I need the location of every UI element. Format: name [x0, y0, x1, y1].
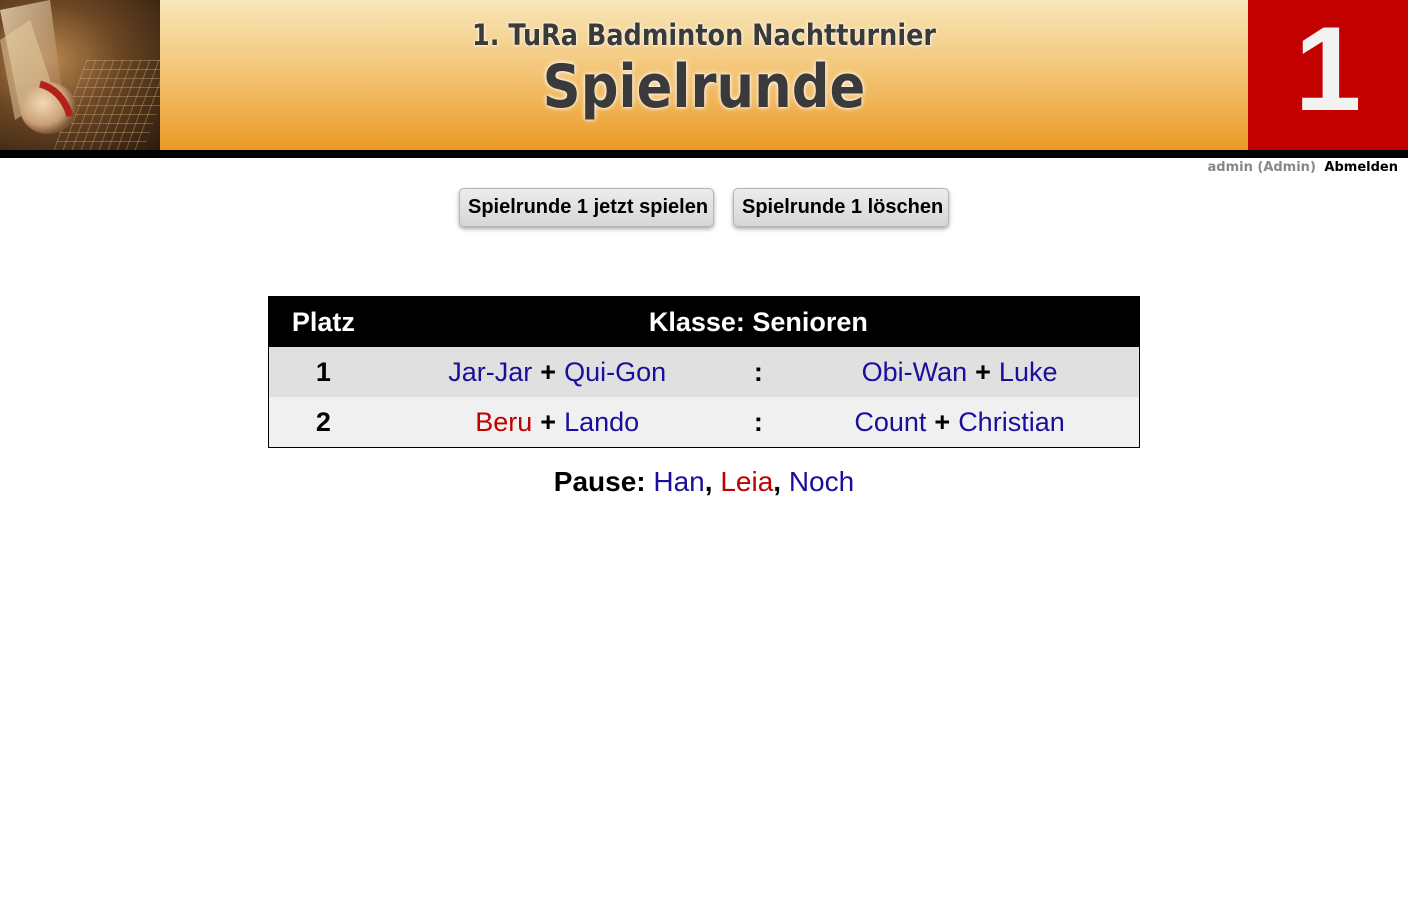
plus-separator: + [540, 356, 557, 387]
pause-line: Pause: Han, Leia, Noch [0, 466, 1408, 498]
pause-label: Pause: [553, 466, 646, 497]
player-name[interactable]: Beru [475, 407, 532, 437]
column-header-platz: Platz [268, 296, 378, 347]
plus-separator: + [540, 406, 557, 437]
pause-separator: , [773, 466, 782, 497]
table-row: 2 Beru + Lando: Count + Christian [268, 397, 1140, 448]
delete-round-button[interactable]: Spielrunde 1 löschen [733, 188, 949, 227]
logout-link[interactable]: Abmelden [1324, 160, 1398, 175]
user-bar: admin (Admin) Abmelden [1208, 160, 1398, 175]
event-title: 1. TuRa Badminton Nachtturnier [472, 18, 936, 52]
table-header-row: Platz Klasse: Senioren [268, 296, 1140, 347]
team-cell: Count + Christian [780, 397, 1140, 448]
score-separator: : [736, 347, 781, 397]
pause-player-name[interactable]: Han [653, 466, 704, 497]
matches-table: Platz Klasse: Senioren 1 Jar-Jar + Qui-Gon:… [268, 296, 1140, 448]
header-divider [0, 150, 1408, 158]
player-name[interactable]: Lando [564, 407, 639, 437]
team-cell: Beru + Lando [377, 397, 737, 448]
player-name[interactable]: Count [854, 407, 926, 437]
player-name[interactable]: Qui-Gon [564, 357, 666, 387]
match-rows: 1 Jar-Jar + Qui-Gon: Obi-Wan + Luke 2 Beru + Lando… [268, 347, 1140, 448]
user-name: admin (Admin) [1207, 160, 1316, 175]
player-name[interactable]: Jar-Jar [448, 357, 532, 387]
round-number-badge: 1 [1248, 0, 1408, 150]
shuttlecock-icon [0, 0, 76, 134]
pause-separator: , [704, 466, 713, 497]
score-separator: : [736, 397, 781, 448]
round-number: 1 [1294, 2, 1362, 136]
page-title: Spielrunde [542, 52, 866, 122]
pause-player-name[interactable]: Leia [720, 466, 773, 497]
header-titles: 1. TuRa Badminton Nachtturnier Spielrund… [160, 0, 1248, 150]
badminton-shuttlecock-logo [0, 0, 160, 150]
team-cell: Jar-Jar + Qui-Gon [377, 347, 737, 397]
pause-player-name[interactable]: Noch [789, 466, 854, 497]
plus-separator: + [975, 356, 991, 387]
table-row: 1 Jar-Jar + Qui-Gon: Obi-Wan + Luke [268, 347, 1140, 397]
team-cell: Obi-Wan + Luke [780, 347, 1140, 397]
column-header-klasse: Klasse: Senioren [377, 296, 1140, 347]
play-round-button[interactable]: Spielrunde 1 jetzt spielen [459, 188, 714, 227]
player-name[interactable]: Christian [958, 407, 1065, 437]
player-name[interactable]: Obi-Wan [862, 357, 968, 387]
plus-separator: + [934, 406, 951, 437]
player-name[interactable]: Luke [999, 357, 1058, 387]
platz-cell: 1 [268, 347, 378, 397]
platz-cell: 2 [268, 397, 378, 448]
